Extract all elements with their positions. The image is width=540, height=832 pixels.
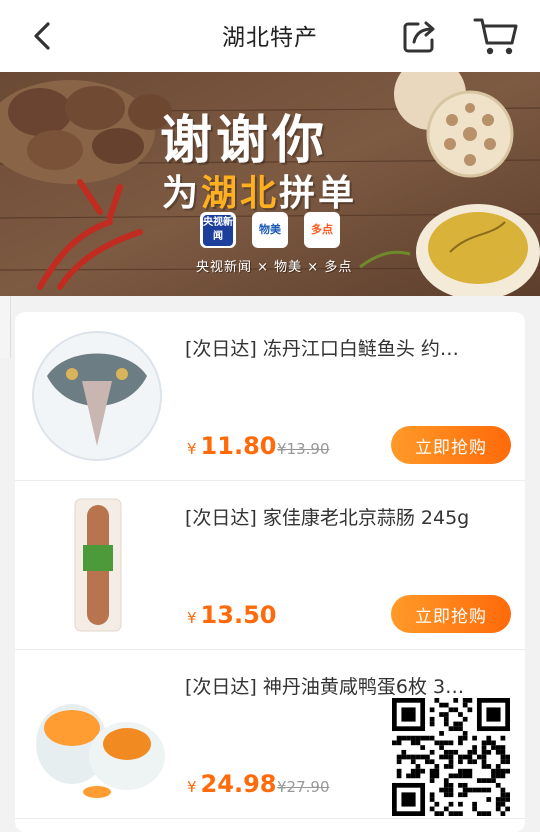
cctv-news-logo: 央视新闻 [200, 212, 236, 248]
fish-head-image [32, 331, 162, 461]
buy-now-button[interactable]: 立即抢购 [391, 595, 511, 633]
product-price: ¥24.98 [187, 770, 277, 798]
page-title: 湖北特产 [222, 25, 318, 51]
side-edge-divider [0, 296, 11, 358]
product-name: [次日达] 家佳康老北京蒜肠 245g [185, 507, 470, 529]
share-icon[interactable] [400, 16, 440, 56]
product-item[interactable]: [次日达] 家佳康老北京蒜肠 245g ¥13.50 立即抢购 [15, 481, 525, 650]
banner-headline: 谢谢你 [160, 111, 329, 171]
salted-egg-image [36, 704, 165, 798]
original-price: ¥27.90 [277, 778, 330, 796]
product-price: ¥11.80 [187, 432, 277, 460]
duodian-logo: 多点 [304, 212, 340, 248]
promo-banner[interactable]: 谢谢你 为湖北拼单 央视新闻 物美 多点 央视新闻 × 物美 × 多点 [0, 72, 540, 296]
cart-icon[interactable] [472, 15, 520, 57]
product-price: ¥13.50 [187, 601, 277, 629]
banner-subline: 为湖北拼单 [162, 173, 358, 214]
product-item[interactable]: [次日达] 冻丹江口白鲢鱼头 约… ¥11.80 ¥13.90 立即抢购 [15, 312, 525, 481]
wumart-logo: 物美 [252, 212, 288, 248]
sausage-image [74, 498, 122, 632]
original-price: ¥13.90 [277, 440, 330, 458]
product-name: [次日达] 冻丹江口白鲢鱼头 约… [185, 338, 459, 360]
partner-text: 央视新闻 × 物美 × 多点 [196, 260, 353, 275]
qr-code [390, 698, 512, 816]
product-name: [次日达] 神丹油黄咸鸭蛋6枚 3… [185, 676, 465, 698]
buy-now-button[interactable]: 立即抢购 [391, 426, 511, 464]
top-bar: 湖北特产 [0, 0, 540, 72]
